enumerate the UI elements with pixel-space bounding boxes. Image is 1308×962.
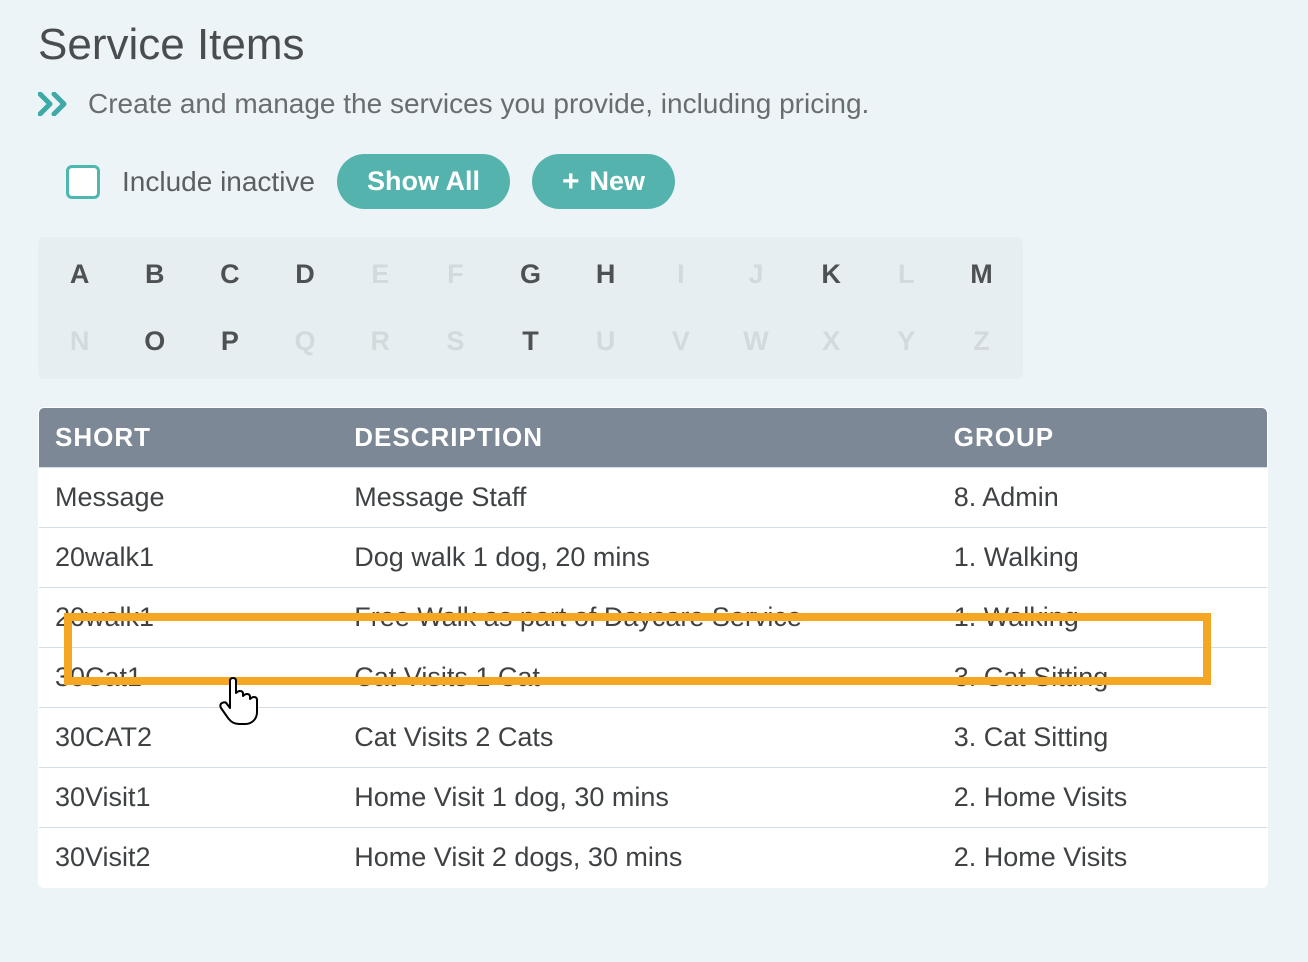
cell-group: 3. Cat Sitting [938, 648, 1268, 708]
new-label: New [590, 166, 646, 197]
show-all-label: Show All [367, 166, 480, 197]
show-all-button[interactable]: Show All [337, 154, 510, 209]
cell-group: 3. Cat Sitting [938, 708, 1268, 768]
alpha-letter-p[interactable]: P [216, 326, 243, 357]
cell-description: Dog walk 1 dog, 20 mins [338, 528, 937, 588]
table-row[interactable]: 20walk1Free Walk as part of Daycare Serv… [39, 588, 1268, 648]
col-header-group[interactable]: GROUP [938, 408, 1268, 468]
alpha-letter-t[interactable]: T [517, 326, 544, 357]
table-row[interactable]: 20walk1Dog walk 1 dog, 20 mins1. Walking [39, 528, 1268, 588]
cell-group: 1. Walking [938, 588, 1268, 648]
alpha-letter-h[interactable]: H [592, 259, 619, 290]
alpha-letter-r: R [367, 326, 394, 357]
alpha-letter-v: V [667, 326, 694, 357]
alpha-letter-e: E [367, 259, 394, 290]
cell-description: Cat Visits 2 Cats [338, 708, 937, 768]
table-row[interactable]: 30Cat1Cat Visits 1 Cat3. Cat Sitting [39, 648, 1268, 708]
alpha-letter-s: S [442, 326, 469, 357]
include-inactive-checkbox[interactable] [66, 165, 100, 199]
cell-short: 20walk1 [39, 528, 339, 588]
alpha-row-2: N O P Q R S T U V W X Y Z [66, 326, 995, 357]
table-row[interactable]: 30Visit2Home Visit 2 dogs, 30 mins2. Hom… [39, 828, 1268, 888]
alpha-letter-n: N [66, 326, 93, 357]
table-row[interactable]: MessageMessage Staff8. Admin [39, 468, 1268, 528]
subtitle-row: Create and manage the services you provi… [38, 88, 1270, 120]
page-title: Service Items [38, 20, 1270, 70]
cell-group: 8. Admin [938, 468, 1268, 528]
cell-description: Message Staff [338, 468, 937, 528]
table-header-row: SHORT DESCRIPTION GROUP [39, 408, 1268, 468]
cell-short: 30CAT2 [39, 708, 339, 768]
cell-short: Message [39, 468, 339, 528]
alpha-letter-o[interactable]: O [141, 326, 168, 357]
alpha-letter-u: U [592, 326, 619, 357]
alpha-letter-i: I [667, 259, 694, 290]
service-table: SHORT DESCRIPTION GROUP MessageMessage S… [38, 407, 1268, 888]
alpha-letter-b[interactable]: B [141, 259, 168, 290]
alpha-letter-a[interactable]: A [66, 259, 93, 290]
cell-short: 30Cat1 [39, 648, 339, 708]
alpha-letter-k[interactable]: K [818, 259, 845, 290]
cell-description: Free Walk as part of Daycare Service [338, 588, 937, 648]
alpha-letter-j: J [742, 259, 769, 290]
double-chevron-icon [38, 92, 74, 116]
alpha-letter-c[interactable]: C [216, 259, 243, 290]
alpha-letter-q: Q [291, 326, 318, 357]
alpha-letter-z: Z [968, 326, 995, 357]
cell-short: 20walk1 [39, 588, 339, 648]
alpha-letter-g[interactable]: G [517, 259, 544, 290]
cell-description: Cat Visits 1 Cat [338, 648, 937, 708]
alpha-letter-f: F [442, 259, 469, 290]
alpha-letter-m[interactable]: M [968, 259, 995, 290]
table-row[interactable]: 30Visit1Home Visit 1 dog, 30 mins2. Home… [39, 768, 1268, 828]
cell-group: 2. Home Visits [938, 828, 1268, 888]
cell-short: 30Visit1 [39, 768, 339, 828]
plus-icon: + [562, 167, 580, 197]
alpha-letter-l: L [893, 259, 920, 290]
col-header-short[interactable]: SHORT [39, 408, 339, 468]
controls-row: Include inactive Show All + New [38, 154, 1270, 209]
cell-short: 30Visit2 [39, 828, 339, 888]
table-row[interactable]: 30CAT2Cat Visits 2 Cats3. Cat Sitting [39, 708, 1268, 768]
alpha-letter-d[interactable]: D [291, 259, 318, 290]
col-header-description[interactable]: DESCRIPTION [338, 408, 937, 468]
new-button[interactable]: + New [532, 154, 675, 209]
cell-description: Home Visit 1 dog, 30 mins [338, 768, 937, 828]
cell-description: Home Visit 2 dogs, 30 mins [338, 828, 937, 888]
subtitle-text: Create and manage the services you provi… [88, 88, 869, 120]
alpha-letter-w: W [742, 326, 769, 357]
cell-group: 2. Home Visits [938, 768, 1268, 828]
cell-group: 1. Walking [938, 528, 1268, 588]
include-inactive-label: Include inactive [122, 166, 315, 198]
alpha-row-1: A B C D E F G H I J K L M [66, 259, 995, 290]
alpha-letter-x: X [818, 326, 845, 357]
alpha-filter: A B C D E F G H I J K L M N O P Q R S T U V W X Y Z [38, 237, 1023, 379]
alpha-letter-y: Y [893, 326, 920, 357]
